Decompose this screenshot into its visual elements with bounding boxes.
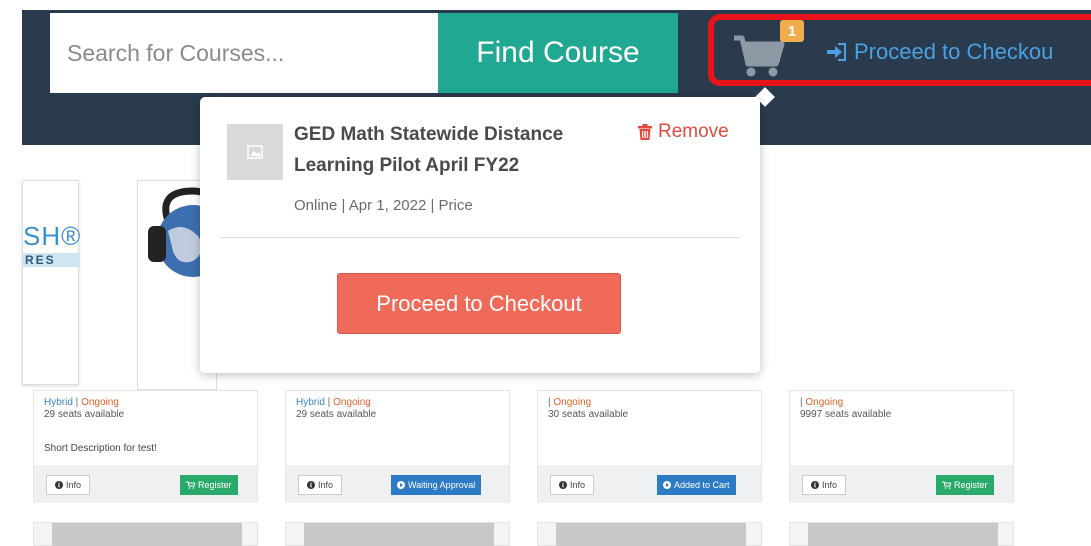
course-card-placeholder [789, 522, 1014, 546]
register-button[interactable]: Register [936, 475, 994, 495]
card-footer: Info Added to Cart [538, 465, 761, 503]
card-footer: Info Register [34, 465, 257, 503]
image-placeholder [52, 523, 242, 546]
course-card-placeholder [537, 522, 762, 546]
course-card-placeholder [33, 522, 258, 546]
info-label: Info [317, 480, 333, 490]
course-status: Ongoing [553, 397, 592, 408]
cart-item-title[interactable]: GED Math Statewide Distance Learning Pil… [294, 119, 634, 181]
image-icon [247, 145, 263, 159]
brand-logo-subtext: RES [23, 253, 80, 267]
info-button[interactable]: Info [298, 475, 342, 495]
search-input[interactable] [50, 13, 438, 93]
info-icon [306, 481, 315, 489]
remove-button[interactable]: Remove [638, 121, 729, 143]
cart-item-meta: Online | Apr 1, 2022 | Price [294, 197, 473, 214]
register-button[interactable]: Register [180, 475, 238, 495]
seats-available: 29 seats available [296, 409, 377, 420]
popover-divider [220, 237, 740, 238]
course-meta: Hybrid | Ongoing 29 seats available [296, 397, 376, 421]
added-to-cart-button[interactable]: Added to Cart [657, 475, 736, 495]
course-status: Ongoing [333, 397, 371, 408]
proceed-to-checkout-link[interactable]: Proceed to Checkou [826, 35, 1091, 69]
proceed-to-checkout-button[interactable]: Proceed to Checkout [337, 273, 621, 334]
course-card-placeholder [285, 522, 510, 546]
brand-logo-text: SH® [23, 221, 82, 251]
info-icon [558, 481, 567, 489]
delivery-mode: Hybrid [44, 397, 73, 408]
info-button[interactable]: Info [550, 475, 594, 495]
info-icon [810, 481, 819, 489]
info-label: Info [569, 480, 585, 490]
meta-separator: | [72, 397, 82, 408]
course-status: Ongoing [81, 397, 119, 408]
checkout-link-label: Proceed to Checkou [854, 39, 1054, 64]
added-to-cart-label: Added to Cart [674, 480, 730, 490]
delivery-mode: Hybrid [296, 397, 325, 408]
seats-available: 29 seats available [44, 409, 125, 420]
find-course-button[interactable]: Find Course [438, 13, 678, 93]
image-placeholder [304, 523, 494, 546]
course-meta: | Ongoing 30 seats available [548, 397, 628, 421]
play-circle-icon [663, 481, 671, 489]
play-circle-icon [397, 481, 405, 489]
cart-count-badge: 1 [780, 20, 804, 42]
register-label: Register [954, 480, 988, 490]
course-status: Ongoing [805, 397, 844, 408]
seats-available: 9997 seats available [800, 409, 892, 420]
seats-available: 30 seats available [548, 409, 629, 420]
info-button[interactable]: Info [46, 475, 90, 495]
image-placeholder [808, 523, 998, 546]
meta-separator: | [324, 397, 334, 408]
sign-in-icon [827, 43, 846, 61]
course-meta: | Ongoing 9997 seats available [800, 397, 891, 421]
course-image-partial: SH® RES [22, 180, 82, 385]
cart-icon [186, 481, 195, 489]
info-label: Info [65, 480, 81, 490]
card-footer: Info Waiting Approval [286, 465, 509, 503]
remove-label: Remove [658, 121, 729, 142]
course-card: Hybrid | Ongoing 29 seats available Shor… [33, 390, 258, 503]
waiting-approval-button[interactable]: Waiting Approval [391, 475, 482, 495]
image-placeholder [556, 523, 746, 546]
course-thumbnail [227, 124, 283, 180]
card-footer: Info Register [790, 465, 1013, 503]
info-label: Info [821, 480, 837, 490]
cart-icon[interactable] [730, 30, 786, 80]
page: Find Course 1 Proceed to Checkou SH® RES… [0, 0, 1091, 546]
course-description: Short Description for test! [44, 443, 157, 454]
course-card: Hybrid | Ongoing 29 seats available Info… [285, 390, 510, 503]
info-icon [54, 481, 63, 489]
course-card: | Ongoing 30 seats available Info Added … [537, 390, 762, 503]
course-meta: Hybrid | Ongoing 29 seats available [44, 397, 124, 421]
cart-icon [942, 481, 951, 489]
waiting-approval-label: Waiting Approval [408, 480, 476, 490]
cart-popover: GED Math Statewide Distance Learning Pil… [200, 97, 760, 373]
register-label: Register [198, 480, 232, 490]
trash-icon [638, 124, 652, 140]
course-card: | Ongoing 9997 seats available Info Regi… [789, 390, 1014, 503]
header-top-strip [22, 0, 1091, 10]
info-button[interactable]: Info [802, 475, 846, 495]
